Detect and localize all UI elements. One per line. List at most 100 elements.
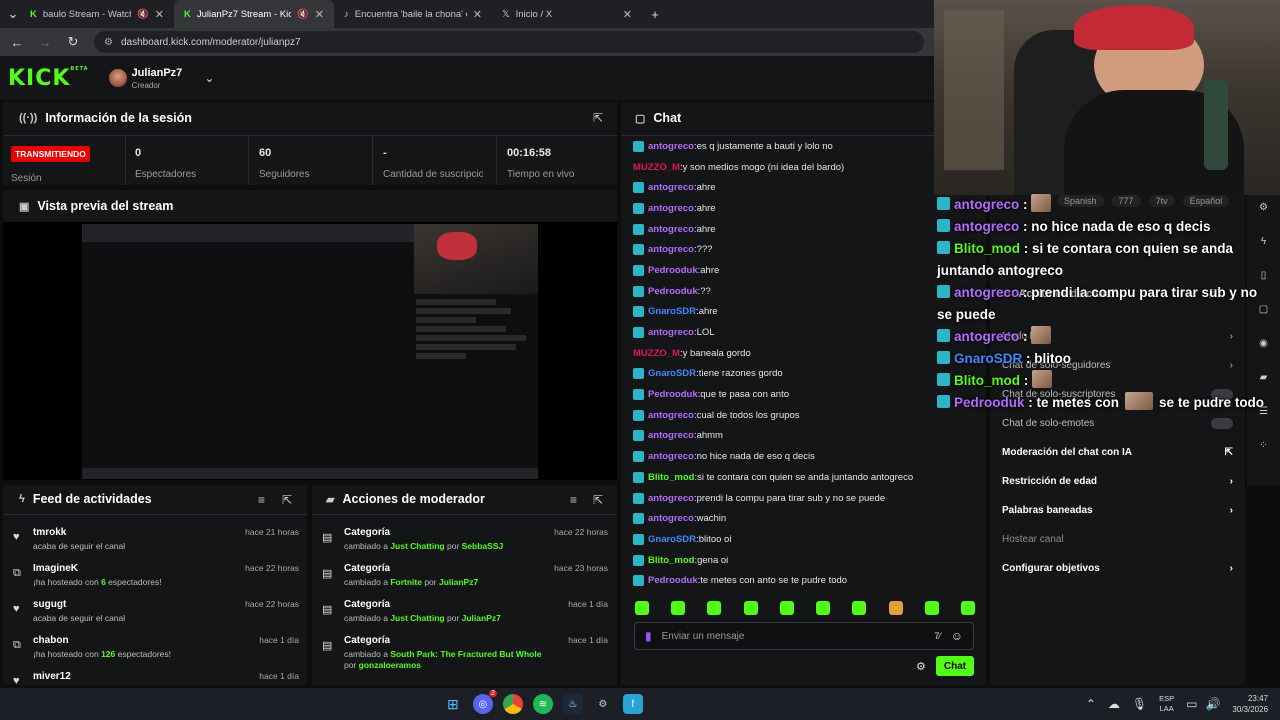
close-tab-icon[interactable]: ✕ bbox=[155, 8, 164, 21]
chat-username[interactable]: GnaroSDR bbox=[648, 368, 696, 379]
chevron-down-icon[interactable]: ⌄ bbox=[204, 71, 214, 85]
chat-username[interactable]: antogreco bbox=[648, 141, 694, 152]
chat-username[interactable]: antogreco bbox=[648, 224, 694, 235]
emote-icon[interactable] bbox=[635, 601, 649, 615]
popout-icon[interactable]: ⇱ bbox=[282, 493, 292, 507]
discord-icon[interactable]: ◎ 2 bbox=[472, 690, 497, 714]
chat-badge-icon bbox=[633, 430, 644, 442]
chat-username[interactable]: MUZZO_M bbox=[633, 348, 680, 359]
close-tab-icon[interactable]: ✕ bbox=[623, 8, 632, 21]
browser-tab[interactable]: K baulo Stream - Watch Live o 🔇 ✕ bbox=[20, 0, 174, 28]
chat-input[interactable]: ▮ Enviar un mensaje 7⁄ ☺ bbox=[634, 622, 974, 650]
chat-username[interactable]: antogreco bbox=[648, 410, 694, 421]
chat-text: ahre bbox=[698, 306, 718, 318]
filter-icon[interactable]: ≡ bbox=[258, 493, 265, 507]
settings-icon[interactable]: ⚙ bbox=[593, 694, 613, 714]
chat-username[interactable]: antogreco bbox=[648, 244, 694, 255]
browser-tab-active[interactable]: K JulianPz7 Stream - Kick Das 🔇 ✕ bbox=[174, 0, 334, 28]
overlay-username: Blito_mod bbox=[954, 373, 1020, 388]
chat-text: prendi la compu para tirar sub y no se p… bbox=[696, 492, 886, 504]
steam-icon[interactable]: ♨ bbox=[562, 694, 583, 714]
browser-tab[interactable]: 𝕏 Inicio / X ✕ bbox=[492, 0, 642, 28]
popout-icon[interactable]: ⇱ bbox=[593, 111, 603, 125]
mic-icon[interactable]: 🎙 bbox=[1132, 697, 1147, 711]
reload-icon[interactable]: ↻ bbox=[66, 34, 80, 50]
panel-title: Información de la sesión bbox=[45, 111, 192, 125]
url-field[interactable]: ⚙ dashboard.kick.com/moderator/julianpz7 bbox=[94, 31, 924, 53]
chat-username[interactable]: antogreco bbox=[648, 182, 694, 193]
new-tab-icon[interactable]: + bbox=[648, 7, 662, 22]
emote-icon[interactable] bbox=[779, 601, 794, 615]
chat-username[interactable]: Pedrooduk bbox=[648, 575, 698, 586]
close-tab-icon[interactable]: ✕ bbox=[473, 8, 482, 21]
filter-icon[interactable]: ≡ bbox=[570, 493, 577, 507]
clock[interactable]: 23:47 30/3/2026 bbox=[1232, 693, 1268, 715]
kick-logo[interactable]: KICKBETA bbox=[8, 66, 89, 91]
emote-icon[interactable] bbox=[671, 601, 686, 615]
chat-username[interactable]: Blito_mod bbox=[648, 555, 694, 566]
setting-host-channel[interactable]: Hostear canal bbox=[990, 525, 1245, 554]
chat-username[interactable]: antogreco bbox=[648, 203, 694, 214]
emote-icon[interactable] bbox=[816, 601, 831, 615]
emote-icon[interactable] bbox=[743, 601, 758, 615]
setting-age-restriction[interactable]: Restricción de edad › bbox=[990, 467, 1245, 496]
mute-icon[interactable]: 🔇 bbox=[297, 9, 309, 20]
chat-username[interactable]: GnaroSDR bbox=[648, 306, 696, 317]
emote-icon[interactable] bbox=[960, 601, 975, 615]
setting-banned-words[interactable]: Palabras baneadas › bbox=[990, 496, 1245, 525]
overlay-chat-line: Pedrooduk : te metes con se te pudre todo bbox=[937, 392, 1267, 414]
chevron-right-icon: › bbox=[1229, 563, 1233, 574]
back-icon[interactable]: ← bbox=[10, 35, 24, 50]
popout-icon[interactable]: ⇱ bbox=[593, 493, 603, 507]
tray-icon[interactable]: ☁ bbox=[1108, 697, 1120, 711]
mic-icon[interactable]: ▮ bbox=[645, 629, 652, 643]
chrome-icon[interactable] bbox=[502, 694, 523, 714]
windows-start-icon[interactable]: ⊞ bbox=[443, 694, 463, 714]
tab-search-icon[interactable]: ⌄ bbox=[6, 6, 20, 22]
overlay-username: antogreco bbox=[954, 219, 1020, 234]
stat-value: 00:16:58 bbox=[507, 147, 552, 159]
chat-username[interactable]: Pedrooduk bbox=[648, 389, 698, 400]
chat-username[interactable]: antogreco bbox=[648, 451, 694, 462]
app-icon[interactable]: f bbox=[622, 694, 643, 714]
chat-badge-icon bbox=[937, 285, 950, 298]
avatar[interactable] bbox=[108, 69, 127, 87]
apps-icon[interactable]: ⁘ bbox=[1254, 435, 1274, 455]
chat-settings-icon[interactable]: ⚙ bbox=[916, 660, 926, 673]
forward-icon[interactable]: → bbox=[38, 35, 52, 50]
site-info-icon[interactable]: ⚙ bbox=[104, 37, 113, 48]
chat-username[interactable]: Blito_mod bbox=[648, 472, 694, 483]
display-icon[interactable]: ▭ bbox=[1186, 697, 1197, 711]
chat-username[interactable]: MUZZO_M bbox=[633, 162, 680, 173]
user-info[interactable]: JulianPz7 Creador bbox=[132, 67, 183, 90]
spotify-icon[interactable]: ≋ bbox=[532, 694, 553, 714]
chat-username[interactable]: Pedrooduk bbox=[648, 286, 698, 297]
emote-icon[interactable] bbox=[852, 601, 867, 615]
browser-tab[interactable]: ♪ Encuentra 'baile la chona' en Ti ✕ bbox=[334, 0, 492, 28]
chat-username[interactable]: antogreco bbox=[648, 513, 694, 524]
tray-chevron-icon[interactable]: ⌃ bbox=[1086, 697, 1096, 711]
emote-icon[interactable] bbox=[707, 601, 722, 615]
chat-username[interactable]: GnaroSDR bbox=[648, 534, 696, 545]
close-tab-icon[interactable]: ✕ bbox=[315, 8, 324, 21]
chat-username[interactable]: antogreco bbox=[648, 493, 694, 504]
setting-goals[interactable]: Configurar objetivos › bbox=[990, 554, 1245, 583]
emoji-icon[interactable]: ☺ bbox=[951, 629, 963, 643]
volume-icon[interactable]: 🔊 bbox=[1205, 697, 1220, 711]
emote-icon[interactable] bbox=[924, 601, 939, 615]
category-icon: ▤ bbox=[322, 604, 333, 616]
send-chat-button[interactable]: Chat bbox=[936, 656, 974, 676]
setting-ai-moderation[interactable]: Moderación del chat con IA ⇱ bbox=[990, 438, 1245, 467]
chat-username[interactable]: antogreco bbox=[648, 327, 694, 338]
chat-username[interactable]: antogreco bbox=[648, 430, 694, 441]
chat-badge-icon bbox=[633, 554, 644, 566]
stream-preview-video[interactable] bbox=[82, 224, 538, 479]
emote-icon[interactable] bbox=[888, 601, 903, 615]
mute-icon[interactable]: 🔇 bbox=[137, 9, 149, 20]
chat-username[interactable]: Pedrooduk bbox=[648, 265, 698, 276]
chat-message: MUZZO_M: y son medios mogo (ni idea del … bbox=[633, 161, 845, 173]
chat-message: antogreco: ahre bbox=[633, 198, 933, 219]
language-indicator[interactable]: ESP LAA bbox=[1159, 694, 1174, 714]
chat-message: antogreco: no hice nada de eso q decis bbox=[633, 446, 933, 467]
7tv-icon[interactable]: 7⁄ bbox=[934, 631, 941, 641]
